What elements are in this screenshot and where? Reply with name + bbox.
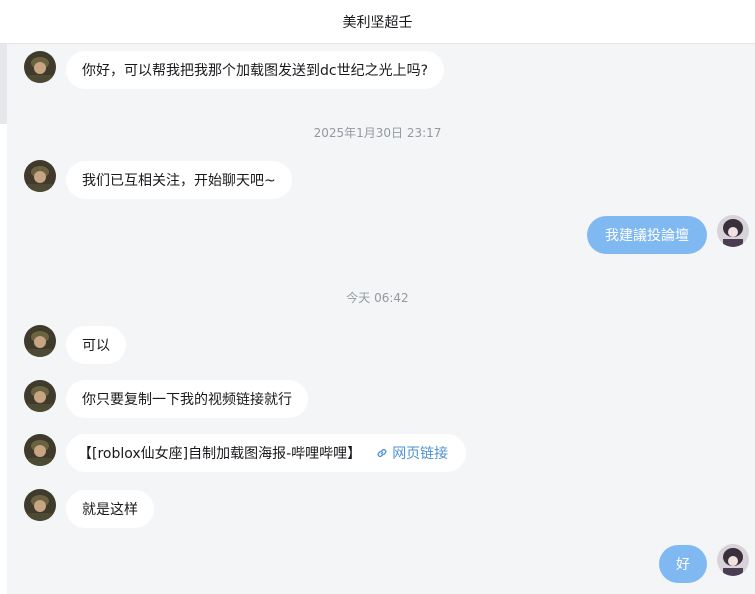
message-text: 好 [676, 557, 690, 573]
message-text: 你只要复制一下我的视频链接就行 [82, 392, 292, 408]
web-link[interactable]: 网页链接 [392, 443, 448, 463]
message-text: 就是这样 [82, 502, 138, 518]
contact-avatar[interactable] [24, 380, 56, 412]
message-text: 你好，可以帮我把我那个加载图发送到dc世纪之光上吗? [82, 63, 429, 79]
message-text: 可以 [82, 338, 110, 354]
my-avatar[interactable] [717, 215, 749, 247]
message-bubble[interactable]: 【[roblox仙女座]自制加载图海报-哔哩哔哩】 网页链接 [66, 434, 467, 472]
message-bubble[interactable]: 可以 [66, 326, 126, 364]
message-bubble[interactable]: 你只要复制一下我的视频链接就行 [66, 380, 308, 418]
contact-avatar[interactable] [24, 160, 56, 192]
chat-header: 美利坚超壬 [0, 0, 755, 44]
contact-avatar[interactable] [24, 51, 56, 83]
timestamp: 今天 06:42 [346, 291, 409, 305]
message-bubble[interactable]: 你好，可以帮我把我那个加载图发送到dc世纪之光上吗? [66, 51, 445, 89]
message-text: 我们已互相关注，开始聊天吧~ [82, 173, 276, 189]
message-bubble[interactable]: 我们已互相关注，开始聊天吧~ [66, 161, 292, 199]
my-message-bubble[interactable]: 我建議投論壇 [587, 216, 707, 254]
timestamp: 2025年1月30日 23:17 [313, 126, 442, 140]
message-text: 我建議投論壇 [605, 228, 689, 244]
contact-avatar[interactable] [24, 489, 56, 521]
link-icon [375, 446, 389, 460]
my-avatar[interactable] [717, 544, 749, 576]
conversation-list-scrollbar[interactable] [0, 44, 7, 124]
contact-avatar[interactable] [24, 434, 56, 466]
message-bubble[interactable]: 就是这样 [66, 490, 154, 528]
chat-title: 美利坚超壬 [342, 14, 413, 31]
my-message-bubble[interactable]: 好 [659, 545, 707, 583]
message-text: 【[roblox仙女座]自制加载图海报-哔哩哔哩】 [78, 446, 362, 462]
contact-avatar[interactable] [24, 325, 56, 357]
